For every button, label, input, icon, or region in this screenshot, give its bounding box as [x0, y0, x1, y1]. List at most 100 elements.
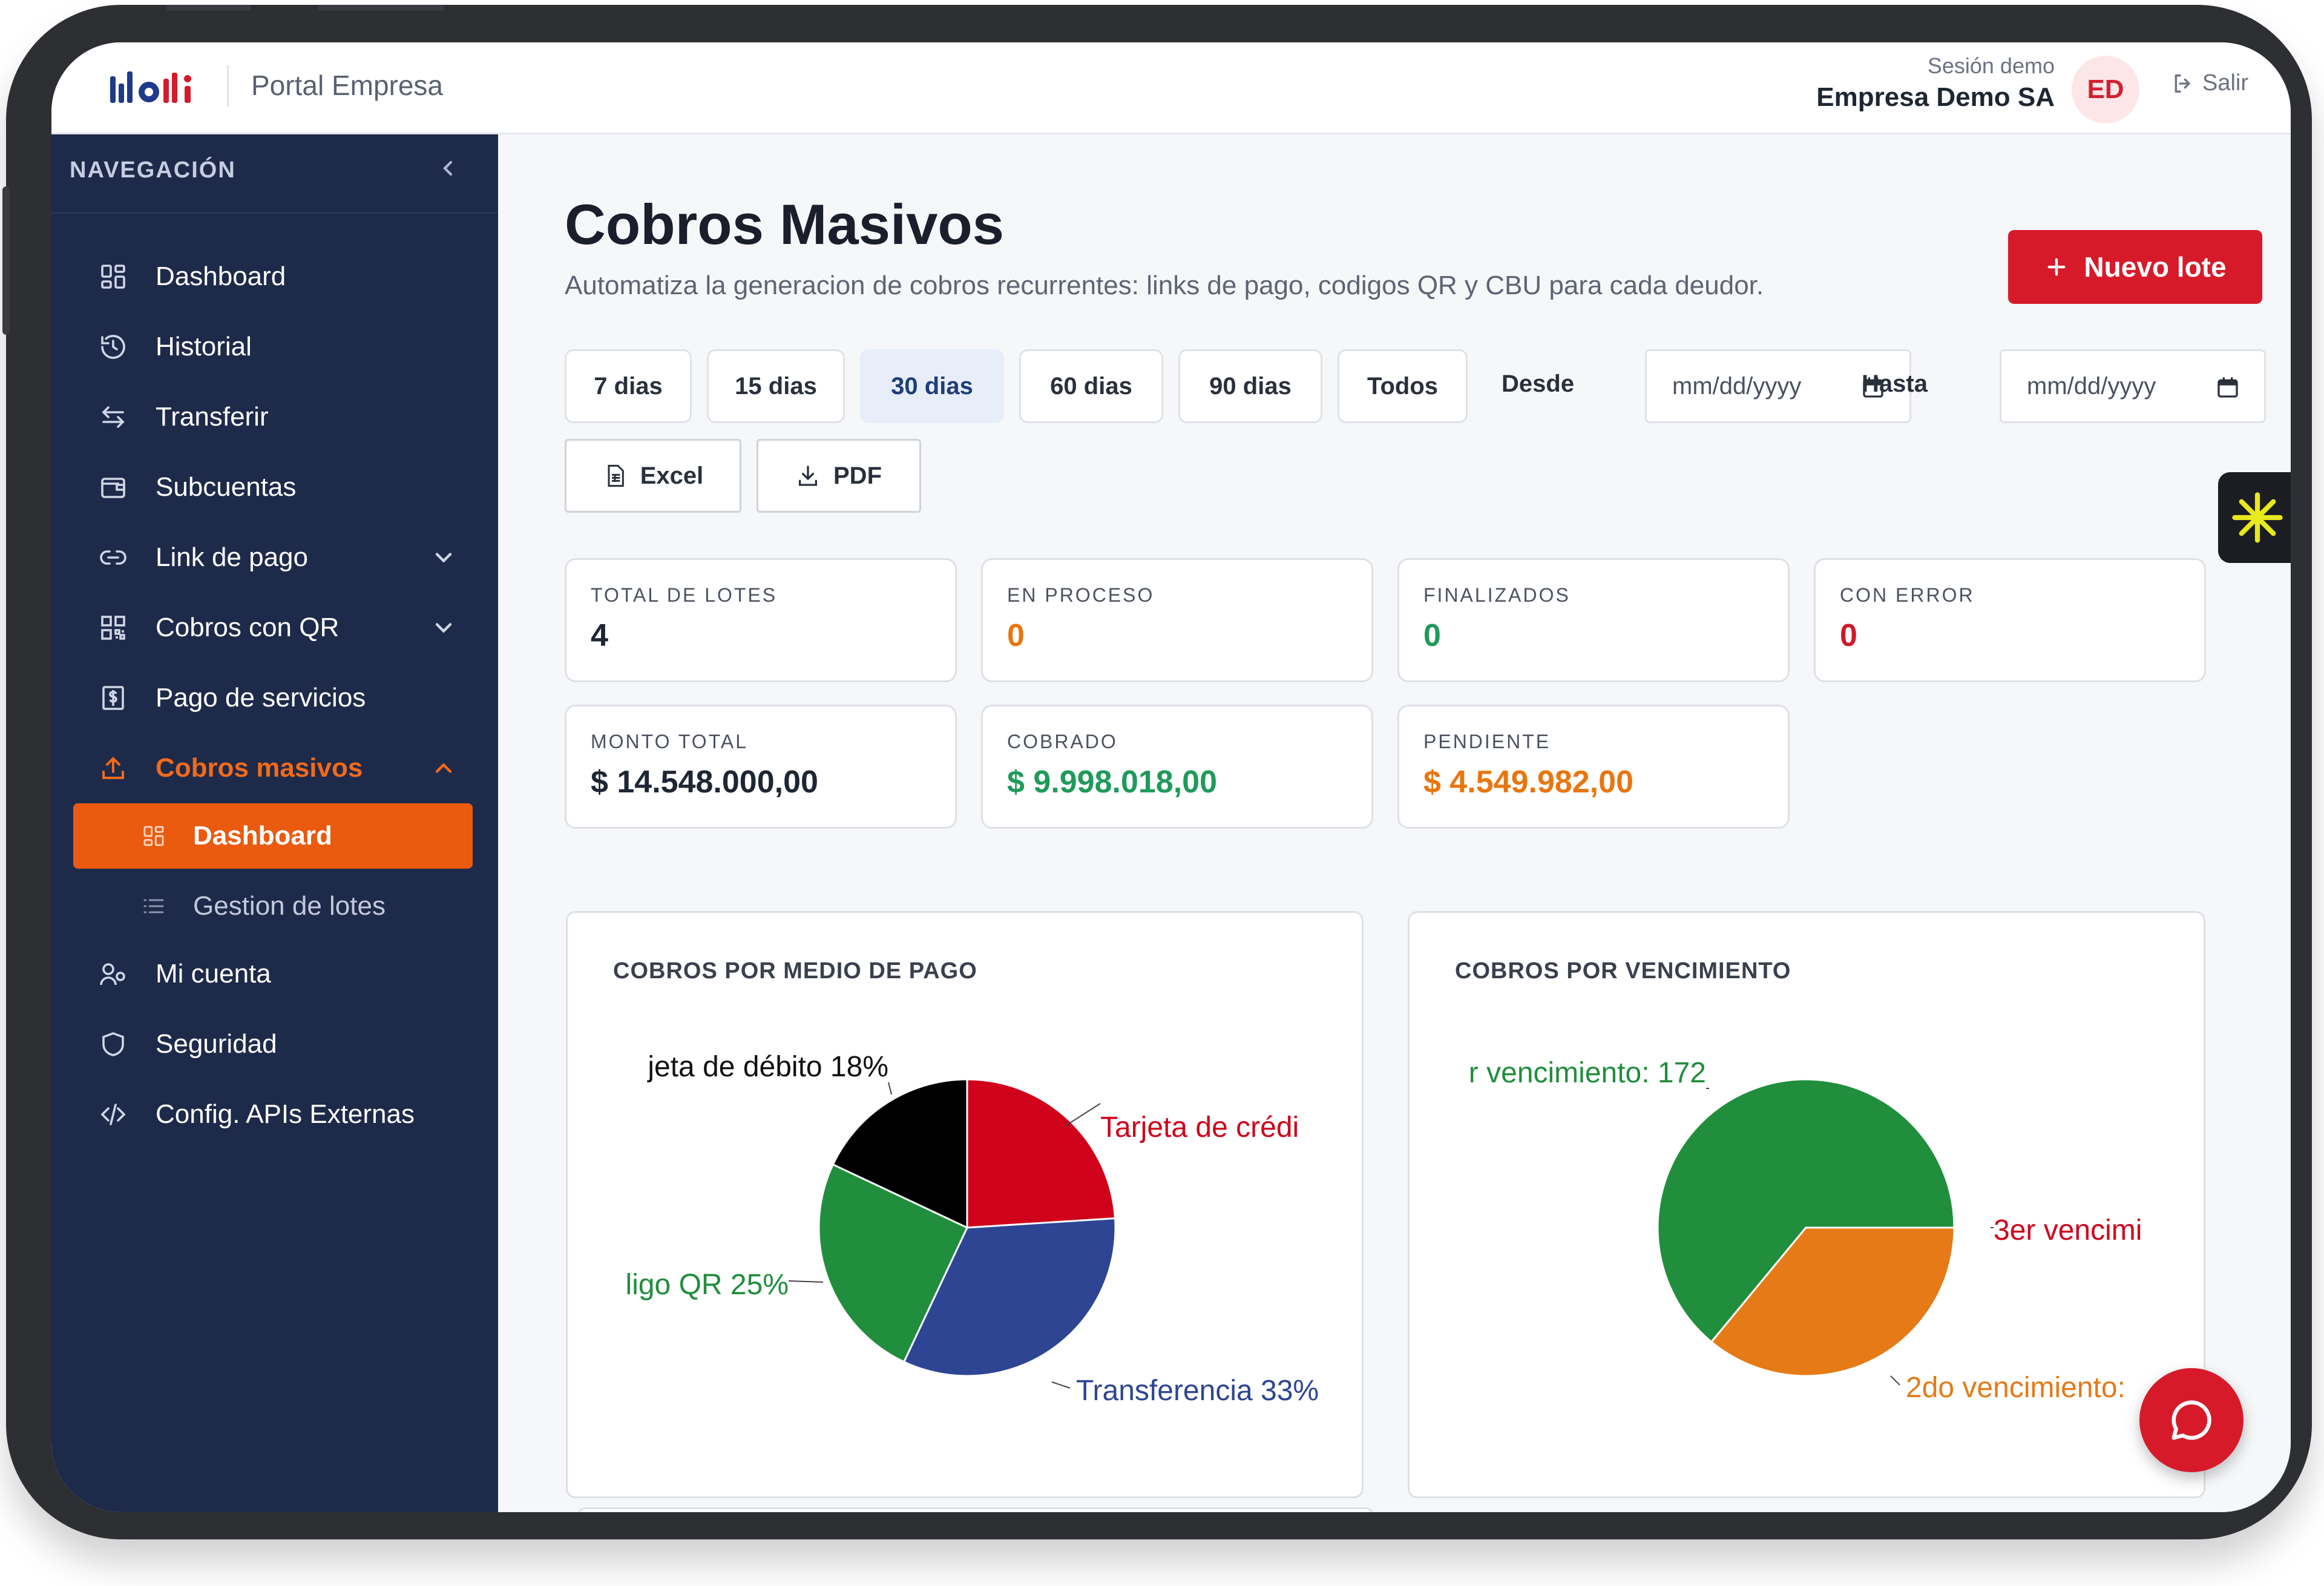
- stat-card-en-proceso: EN PROCESO 0: [981, 558, 1373, 682]
- stat-label: TOTAL DE LOTES: [591, 584, 778, 606]
- pie-label: r vencimiento: 172: [1469, 1057, 1706, 1089]
- top-bar: Portal Empresa Sesión demo Empresa Demo …: [51, 42, 2291, 134]
- transfer-icon: [95, 399, 131, 435]
- sidebar-item-label: Dashboard: [156, 262, 286, 291]
- export-excel-label: Excel: [640, 462, 704, 489]
- users-icon: [95, 956, 131, 992]
- stat-value: $ 9.998.018,00: [1007, 765, 1217, 800]
- stat-value: 4: [591, 618, 608, 653]
- stat-card-pendiente: PENDIENTE $ 4.549.982,00: [1397, 705, 1790, 829]
- session-label: Sesión demo: [1927, 53, 2055, 78]
- sidebar-item-dashboard[interactable]: Dashboard: [70, 246, 481, 307]
- upload-icon: [95, 750, 131, 786]
- stat-value: 0: [1840, 618, 1857, 653]
- date-placeholder: mm/dd/yyyy: [1672, 372, 1802, 400]
- sidebar-item-label: Subcuentas: [156, 472, 297, 502]
- stat-card-cobrado: COBRADO $ 9.998.018,00: [981, 705, 1373, 829]
- qr-icon: [95, 610, 131, 646]
- page-subtitle: Automatiza la generacion de cobros recur…: [565, 271, 1764, 300]
- stat-value: $ 4.549.982,00: [1423, 765, 1633, 800]
- sidebar-subitem-gestion-lotes[interactable]: Gestion de lotes: [73, 874, 473, 939]
- sidebar-item-label: Cobros masivos: [156, 753, 363, 783]
- new-batch-label: Nuevo lote: [2084, 251, 2227, 283]
- brand-logo[interactable]: [109, 65, 206, 108]
- stat-label: MONTO TOTAL: [591, 731, 748, 752]
- sidebar-item-transferir[interactable]: Transferir: [70, 387, 481, 447]
- sidebar-item-seguridad[interactable]: Seguridad: [70, 1014, 481, 1074]
- pie-label: Tarjeta de crédi: [1100, 1111, 1299, 1143]
- range-7[interactable]: 7 dias: [565, 349, 692, 423]
- sidebar-item-label: Cobros con QR: [156, 613, 340, 642]
- device-button: [318, 5, 445, 11]
- pie-label: 3er vencimi: [1994, 1214, 2142, 1246]
- sidebar-item-pago-servicios[interactable]: Pago de servicios: [70, 668, 481, 728]
- grid-icon: [139, 821, 169, 851]
- sidebar-item-historial[interactable]: Historial: [70, 317, 481, 377]
- range-90[interactable]: 90 dias: [1178, 349, 1322, 423]
- company-name: Empresa Demo SA: [1816, 82, 2055, 112]
- pie-label: jeta de débito 18%: [646, 1051, 888, 1083]
- sidebar-item-label: Transferir: [156, 402, 269, 432]
- session-info: Sesión demo Empresa Demo SA: [1816, 53, 2055, 113]
- chat-button[interactable]: [2139, 1368, 2244, 1472]
- sidebar-item-label: Seguridad: [156, 1029, 277, 1059]
- history-icon: [95, 329, 131, 365]
- sidebar-item-config-apis[interactable]: Config. APIs Externas: [70, 1084, 481, 1145]
- range-60[interactable]: 60 dias: [1019, 349, 1163, 423]
- export-pdf-label: PDF: [833, 462, 882, 489]
- sidebar-subitem-label: Gestion de lotes: [193, 891, 386, 921]
- to-date-input[interactable]: mm/dd/yyyy: [2000, 349, 2266, 423]
- sidebar-item-cobros-masivos[interactable]: Cobros masivos: [70, 738, 481, 798]
- sidebar-item-label: Historial: [156, 332, 252, 361]
- pie-label: ligo QR 25%: [626, 1269, 789, 1301]
- sidebar-subitem-dashboard[interactable]: Dashboard: [73, 803, 473, 869]
- sidebar-item-link-de-pago[interactable]: Link de pago: [70, 527, 481, 588]
- accessibility-widget[interactable]: [2218, 472, 2291, 563]
- range-30[interactable]: 30 dias: [860, 349, 1004, 423]
- page-title: Cobros Masivos: [565, 192, 1005, 256]
- wallet-icon: [95, 469, 131, 505]
- plus-icon: [2047, 258, 2066, 276]
- chevron-down-icon: [435, 623, 452, 633]
- logout-button[interactable]: Salir: [2171, 70, 2248, 96]
- divider: [51, 212, 498, 214]
- code-icon: [95, 1096, 131, 1133]
- pie-slice[interactable]: [966, 1078, 1117, 1229]
- sidebar-item-mi-cuenta[interactable]: Mi cuenta: [70, 944, 481, 1004]
- export-excel-button[interactable]: Excel: [565, 439, 741, 513]
- chevron-up-icon: [435, 763, 452, 773]
- portal-name: Portal Empresa: [251, 70, 444, 101]
- chart-card-vencimiento: COBROS POR VENCIMIENTO r vencimiento: 17…: [1408, 911, 2205, 1498]
- stat-value: 0: [1007, 618, 1025, 653]
- export-pdf-button[interactable]: PDF: [757, 439, 921, 513]
- from-label: Desde: [1502, 370, 1575, 397]
- range-all[interactable]: Todos: [1338, 349, 1468, 423]
- download-icon: [799, 466, 817, 486]
- spreadsheet-icon: [608, 464, 624, 487]
- asterisk-icon: [2232, 492, 2283, 543]
- screen: Portal Empresa Sesión demo Empresa Demo …: [51, 42, 2291, 1512]
- sidebar-item-cobros-qr[interactable]: Cobros con QR: [70, 597, 481, 658]
- pie-label: 2do vencimiento:: [1906, 1372, 2125, 1404]
- shield-icon: [95, 1026, 131, 1062]
- list-icon: [139, 891, 169, 921]
- sidebar-item-label: Config. APIs Externas: [156, 1099, 415, 1129]
- stat-label: CON ERROR: [1840, 584, 1975, 606]
- sidebar-subitem-label: Dashboard: [193, 821, 332, 851]
- chevron-left-icon[interactable]: [436, 156, 460, 180]
- stat-card-total-lotes: TOTAL DE LOTES 4: [565, 558, 957, 682]
- range-15[interactable]: 15 dias: [707, 349, 845, 423]
- pie-leader-line: [1051, 1381, 1071, 1389]
- stat-card-finalizados: FINALIZADOS 0: [1397, 558, 1790, 682]
- logout-icon: [2175, 74, 2190, 93]
- new-batch-button[interactable]: Nuevo lote: [2008, 230, 2262, 304]
- stat-value: 0: [1423, 618, 1441, 653]
- main-content: Cobros Masivos Automatiza la generacion …: [498, 134, 2291, 1512]
- avatar[interactable]: ED: [2072, 56, 2139, 123]
- chevron-down-icon: [435, 553, 452, 563]
- pie-chart-medio-pago: Tarjeta de crédi Transferencia 33% ligo QR…: [626, 1051, 1319, 1407]
- calendar-icon[interactable]: [2216, 375, 2240, 400]
- stat-label: FINALIZADOS: [1423, 584, 1571, 606]
- device-button: [2, 186, 10, 335]
- sidebar-item-subcuentas[interactable]: Subcuentas: [70, 457, 481, 518]
